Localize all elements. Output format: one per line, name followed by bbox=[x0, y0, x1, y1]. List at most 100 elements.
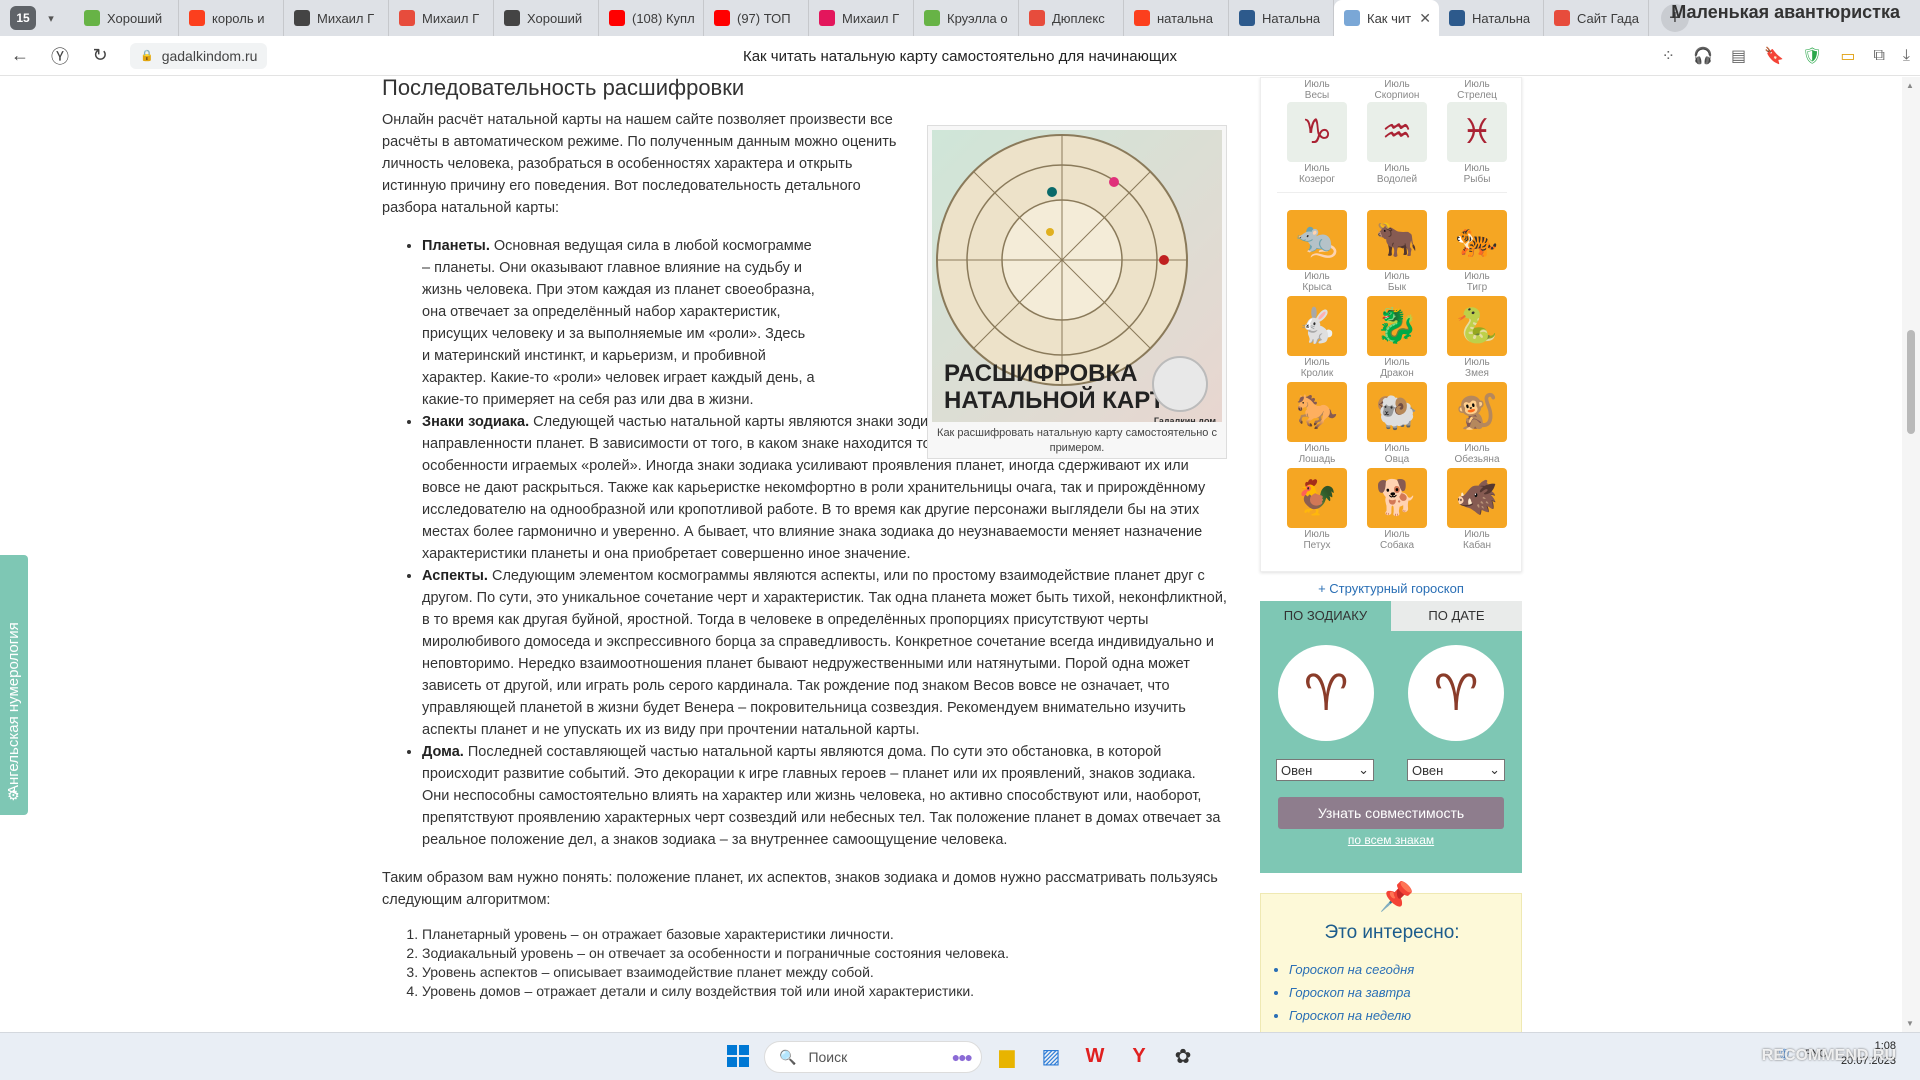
browser-tab[interactable]: король и bbox=[179, 0, 284, 36]
tab-title: Михаил Г bbox=[317, 10, 375, 26]
file-explorer-icon[interactable]: ▆ bbox=[992, 1041, 1022, 1071]
reader-icon[interactable]: ▤ bbox=[1731, 46, 1746, 66]
zodiac-cell[interactable]: 🐇 Июль Кролик bbox=[1277, 296, 1357, 382]
tab-title: Сайт Гада bbox=[1577, 10, 1639, 26]
chevron-down-icon: ⌄ bbox=[1489, 762, 1500, 777]
zodiac-cell[interactable]: 🐕 Июль Собака bbox=[1357, 468, 1437, 554]
zodiac-label: Июль Кабан bbox=[1463, 529, 1491, 551]
browser-tab[interactable]: Хороший bbox=[494, 0, 599, 36]
scroll-down-icon[interactable]: ▼ bbox=[1906, 1019, 1914, 1028]
extensions-icon[interactable]: ⁘ bbox=[1662, 46, 1675, 66]
zodiac-label: Июль Бык bbox=[1384, 271, 1410, 293]
structural-horoscope-link[interactable]: + Структурный гороскоп bbox=[1260, 581, 1522, 596]
zodiac-label[interactable]: Июль Весы bbox=[1277, 79, 1357, 101]
zodiac-cell[interactable]: 🐅 Июль Тигр bbox=[1437, 210, 1517, 296]
left-sign-select[interactable]: Овен ⌄ bbox=[1276, 759, 1374, 781]
zodiac-label: Июль Собака bbox=[1380, 529, 1414, 551]
browser-tab[interactable]: (97) ТОП bbox=[704, 0, 809, 36]
zodiac-sign-icon: 🐏 bbox=[1367, 382, 1427, 442]
browser-tab[interactable]: Михаил Г bbox=[389, 0, 494, 36]
yandex-browser-icon[interactable]: Y bbox=[1124, 1041, 1154, 1071]
collections-icon[interactable]: ⧉ bbox=[1873, 47, 1884, 65]
zodiac-sign-icon: ♑ bbox=[1287, 102, 1347, 162]
pin-icon: 📌 bbox=[1379, 881, 1414, 912]
zodiac-sign-icon: 🐇 bbox=[1287, 296, 1347, 356]
zodiac-label[interactable]: Июль Стрелец bbox=[1437, 79, 1517, 101]
zodiac-sign-icon: 🐓 bbox=[1287, 468, 1347, 528]
zodiac-cell[interactable]: ♑ Июль Козерог bbox=[1277, 102, 1357, 188]
browser-tab[interactable]: Михаил Г bbox=[284, 0, 389, 36]
tab-favicon-icon bbox=[294, 10, 310, 26]
battery-icon[interactable]: ▭ bbox=[1840, 46, 1855, 66]
tab-counter-button[interactable]: 15 bbox=[10, 6, 36, 30]
zodiac-cell[interactable]: 🐒 Июль Обезьяна bbox=[1437, 382, 1517, 468]
page-scrollbar[interactable]: ▲ ▼ bbox=[1902, 77, 1920, 1032]
zodiac-sign-icon: 🐂 bbox=[1367, 210, 1427, 270]
tab-favicon-icon bbox=[1134, 10, 1150, 26]
zodiac-label[interactable]: Июль Скорпион bbox=[1357, 79, 1437, 101]
zodiac-cell[interactable]: 🐗 Июль Кабан bbox=[1437, 468, 1517, 554]
angel-numerology-tab[interactable]: Ангельская нумерология ⚙ bbox=[0, 555, 28, 815]
photos-icon[interactable]: ▨ bbox=[1036, 1041, 1066, 1071]
browser-tab[interactable]: Дюплекс bbox=[1019, 0, 1124, 36]
tab-favicon-icon bbox=[924, 10, 940, 26]
start-button[interactable] bbox=[727, 1045, 749, 1067]
interesting-link[interactable]: Гороскоп на завтра bbox=[1289, 981, 1414, 1004]
browser-tab[interactable]: Натальна bbox=[1439, 0, 1544, 36]
close-tab-icon[interactable]: ✕ bbox=[1419, 10, 1431, 27]
zodiac-cell[interactable]: 🐂 Июль Бык bbox=[1357, 210, 1437, 296]
tab-by-date[interactable]: ПО ДАТЕ bbox=[1391, 601, 1522, 631]
zodiac-label: Июль Дракон bbox=[1380, 357, 1414, 379]
sidebar: Июль Весы Июль Скорпион Июль Стрелец ♑ Июль Коз… bbox=[1260, 77, 1522, 1032]
site-logo-text: Гадалкин дом bbox=[1153, 416, 1216, 422]
zodiac-sign-icon: 🐅 bbox=[1447, 210, 1507, 270]
key-point-term: Аспекты. bbox=[422, 568, 488, 584]
tab-favicon-icon bbox=[714, 10, 730, 26]
zodiac-cell[interactable]: ♒ Июль Водолей bbox=[1357, 102, 1437, 188]
interesting-link[interactable]: Гороскоп на неделю bbox=[1289, 1004, 1414, 1027]
zodiac-cell[interactable]: ♓ Июль Рыбы bbox=[1437, 102, 1517, 188]
zodiac-cell[interactable]: 🐍 Июль Змея bbox=[1437, 296, 1517, 382]
right-sign-select[interactable]: Овен ⌄ bbox=[1407, 759, 1505, 781]
browser-tab[interactable]: натальна bbox=[1124, 0, 1229, 36]
download-icon[interactable]: ⤓ bbox=[1903, 47, 1910, 65]
browser-tab[interactable]: (108) Купл bbox=[599, 0, 704, 36]
zodiac-cell[interactable]: 🐀 Июль Крыса bbox=[1277, 210, 1357, 296]
tab-title: Круэлла о bbox=[947, 10, 1008, 26]
tab-by-zodiac[interactable]: ПО ЗОДИАКУ bbox=[1260, 601, 1391, 631]
zodiac-cell[interactable]: 🐉 Июль Дракон bbox=[1357, 296, 1437, 382]
bookmark-icon[interactable]: 🔖 bbox=[1764, 46, 1784, 66]
zodiac-label: Июль Овца bbox=[1384, 443, 1410, 465]
scroll-thumb[interactable] bbox=[1907, 330, 1915, 434]
zodiac-cell[interactable]: 🐏 Июль Овца bbox=[1357, 382, 1437, 468]
browser-tab[interactable]: Михаил Г bbox=[809, 0, 914, 36]
check-compatibility-button[interactable]: Узнать совместимость bbox=[1278, 797, 1504, 829]
yandex-logo-icon[interactable]: Ⓨ bbox=[40, 36, 80, 76]
site-logo-icon bbox=[1152, 356, 1208, 412]
browser-tab[interactable]: Сайт Гада bbox=[1544, 0, 1649, 36]
browser-tab[interactable]: Натальна bbox=[1229, 0, 1334, 36]
wps-office-icon[interactable]: W bbox=[1080, 1041, 1110, 1071]
zodiac-label: Июль Змея bbox=[1464, 357, 1490, 379]
scroll-up-icon[interactable]: ▲ bbox=[1906, 81, 1914, 90]
interesting-link[interactable]: Гороскоп на сегодня bbox=[1289, 958, 1414, 981]
browser-tab[interactable]: Хороший bbox=[74, 0, 179, 36]
browser-tab[interactable]: Круэлла о bbox=[914, 0, 1019, 36]
zodiac-cell[interactable]: 🐓 Июль Петух bbox=[1277, 468, 1357, 554]
tab-title: Как чит bbox=[1367, 10, 1412, 26]
headphones-icon[interactable]: 🎧 bbox=[1693, 46, 1713, 66]
all-signs-link[interactable]: по всем знакам bbox=[1260, 833, 1522, 847]
interesting-links: Гороскоп на сегодняГороскоп на завтраГор… bbox=[1289, 958, 1414, 1027]
protect-icon[interactable]: 🛡 bbox=[1802, 46, 1822, 66]
lock-icon: 🔒 bbox=[140, 50, 154, 62]
yandex-music-icon[interactable]: ✿ bbox=[1168, 1041, 1198, 1071]
back-arrow-icon[interactable]: ← bbox=[0, 36, 40, 76]
tabs-menu-chevron-icon[interactable]: ▾ bbox=[40, 6, 62, 30]
tab-favicon-icon bbox=[609, 10, 625, 26]
reload-icon[interactable]: ↻ bbox=[80, 36, 120, 76]
url-field[interactable]: 🔒 gadalkindom.ru bbox=[130, 42, 268, 69]
taskbar-search[interactable]: 🔍 Поиск ●●● bbox=[764, 1041, 982, 1073]
zodiac-sign-icon: ♓ bbox=[1447, 102, 1507, 162]
zodiac-cell[interactable]: 🐎 Июль Лошадь bbox=[1277, 382, 1357, 468]
browser-tab[interactable]: Как чит ✕ bbox=[1334, 0, 1439, 36]
